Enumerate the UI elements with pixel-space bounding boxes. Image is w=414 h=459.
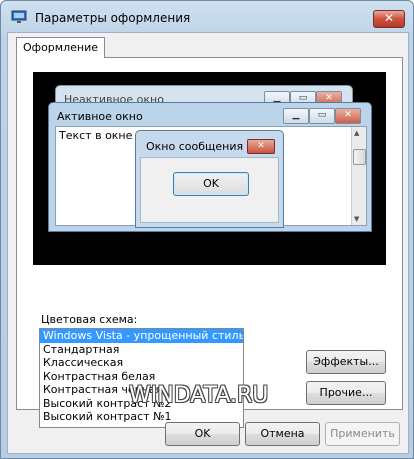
- scheme-preview: Неактивное окно ▁ ▭ ✕ Активное окно ▁ ▭ …: [33, 72, 386, 265]
- scroll-thumb: [353, 149, 366, 165]
- display-settings-icon: [11, 10, 27, 23]
- ok-button[interactable]: OK: [165, 422, 240, 446]
- cancel-button[interactable]: Отмена: [245, 422, 320, 446]
- appearance-settings-dialog: Параметры оформления ✕ Оформление Неакти…: [0, 0, 414, 459]
- watermark: WINDATA.RU: [129, 383, 269, 408]
- list-item[interactable]: Классическая: [40, 356, 243, 370]
- minimize-icon: ▁: [283, 108, 309, 124]
- effects-button[interactable]: Эффекты...: [306, 350, 386, 374]
- preview-message-box: Окно сообщения ✕ OK: [135, 130, 284, 228]
- active-window-title: Активное окно: [57, 110, 143, 123]
- list-item[interactable]: Windows Vista - упрощенный стиль: [40, 329, 243, 343]
- preview-scrollbar: ▲ ▼: [351, 127, 366, 225]
- apply-button[interactable]: Применить: [325, 422, 400, 446]
- scroll-down-icon: ▼: [354, 215, 360, 223]
- preview-ok-button: OK: [173, 172, 249, 196]
- color-scheme-label: Цветовая схема:: [41, 313, 138, 326]
- window-text: Текст в окне: [59, 129, 133, 142]
- message-box-title: Окно сообщения: [146, 140, 244, 153]
- list-item[interactable]: Стандартная: [40, 343, 243, 357]
- window-title: Параметры оформления: [35, 11, 191, 25]
- title-bar[interactable]: Параметры оформления ✕: [1, 1, 413, 35]
- color-scheme-list[interactable]: Windows Vista - упрощенный стиль Стандар…: [39, 328, 244, 428]
- maximize-icon: ▭: [309, 108, 335, 124]
- list-item[interactable]: Контрастная белая: [40, 370, 243, 384]
- close-button[interactable]: ✕: [373, 10, 405, 28]
- close-icon: ✕: [335, 108, 361, 124]
- close-icon: ✕: [247, 139, 275, 154]
- tab-appearance[interactable]: Оформление: [16, 37, 105, 58]
- scroll-up-icon: ▲: [354, 129, 360, 137]
- message-box-body: OK: [140, 157, 279, 223]
- other-button[interactable]: Прочие...: [306, 381, 386, 405]
